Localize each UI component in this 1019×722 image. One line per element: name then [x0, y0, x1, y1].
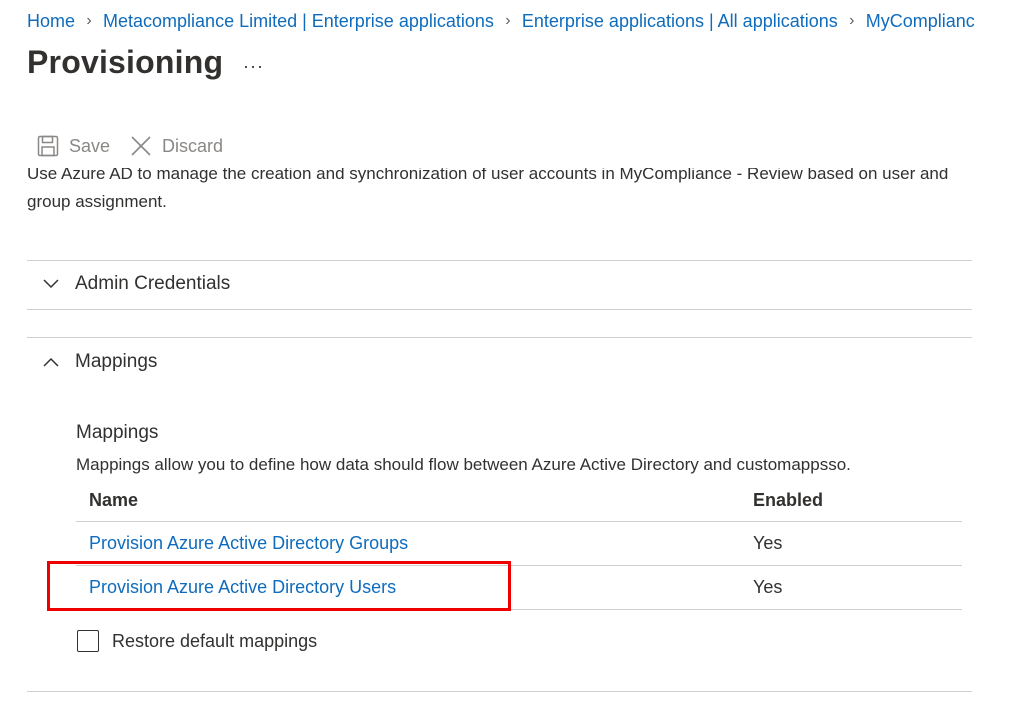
save-label: Save — [69, 135, 111, 156]
section-admin-credentials[interactable]: Admin Credentials — [27, 260, 972, 308]
divider — [27, 691, 972, 692]
discard-button[interactable]: Discard — [130, 135, 223, 157]
close-icon — [131, 136, 151, 156]
restore-default-mappings[interactable]: Restore default mappings — [77, 630, 317, 652]
mapping-enabled-value: Yes — [753, 577, 783, 597]
provisioning-content[interactable]: Use Azure AD to manage the creation and … — [0, 168, 1019, 722]
command-bar: Save Discard — [37, 132, 243, 160]
mappings-title: Mappings — [76, 422, 159, 443]
table-row: Provision Azure Active Directory Groups … — [76, 522, 962, 566]
breadcrumb-home[interactable]: Home — [27, 11, 75, 32]
mappings-description: Mappings allow you to define how data sh… — [76, 455, 851, 474]
breadcrumb-enterprise-applications[interactable]: Metacompliance Limited | Enterprise appl… — [103, 11, 494, 32]
table-header: Name Enabled — [76, 480, 962, 522]
save-icon — [37, 135, 59, 157]
breadcrumb-app[interactable]: MyComplianc — [866, 11, 975, 32]
provisioning-description: Use Azure AD to manage the creation and … — [27, 168, 949, 211]
chevron-right-icon: › — [505, 12, 511, 29]
chevron-down-icon — [27, 279, 75, 289]
chevron-up-icon — [27, 357, 75, 367]
chevron-right-icon: › — [86, 12, 92, 29]
restore-default-label: Restore default mappings — [112, 630, 318, 651]
save-button[interactable]: Save — [37, 135, 110, 157]
page-title: Provisioning — [27, 44, 224, 80]
breadcrumb-all-applications[interactable]: Enterprise applications | All applicatio… — [522, 11, 838, 32]
section-label: Mappings — [75, 351, 158, 372]
mapping-enabled-value: Yes — [753, 533, 783, 553]
chevron-right-icon: › — [849, 12, 855, 29]
breadcrumb: Home › Metacompliance Limited | Enterpri… — [27, 8, 975, 34]
discard-label: Discard — [162, 135, 224, 156]
column-header-name: Name — [89, 490, 139, 510]
mapping-link-users[interactable]: Provision Azure Active Directory Users — [89, 577, 396, 598]
mappings-table: Name Enabled Provision Azure Active Dire… — [76, 480, 962, 610]
divider — [27, 309, 972, 310]
table-row: Provision Azure Active Directory Users Y… — [76, 566, 962, 610]
column-header-enabled: Enabled — [753, 490, 824, 510]
mapping-link-groups[interactable]: Provision Azure Active Directory Groups — [89, 533, 408, 554]
section-mappings[interactable]: Mappings — [27, 338, 972, 386]
section-label: Admin Credentials — [75, 273, 231, 294]
more-options-button[interactable]: ··· — [243, 56, 264, 77]
restore-default-checkbox[interactable] — [77, 630, 99, 652]
